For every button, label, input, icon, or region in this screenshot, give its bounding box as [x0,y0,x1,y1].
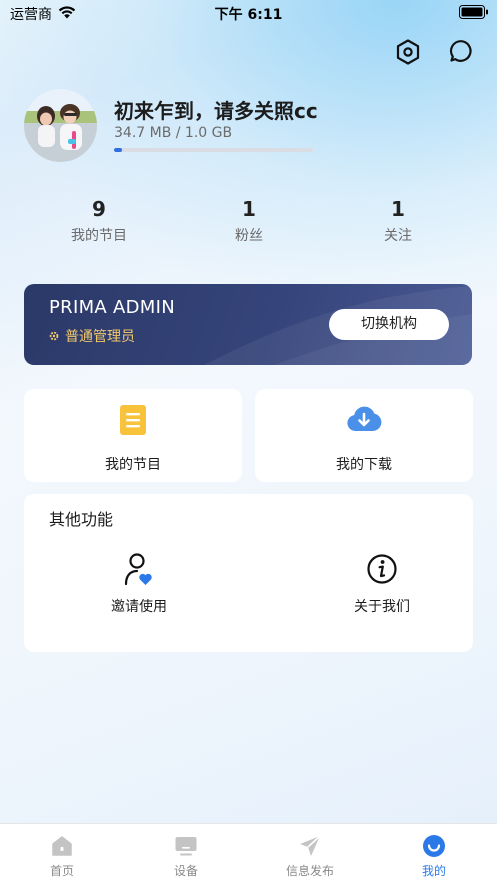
organization-card: PRIMA ADMIN 普通管理员 切换机构 [24,284,472,365]
stat-fans-value: 1 [242,197,256,221]
home-icon [52,836,72,856]
stat-programs-value: 9 [92,197,106,221]
other-functions-title: 其他功能 [49,510,114,529]
stat-fans-label: 粉丝 [235,228,263,244]
stat-following[interactable]: 1 关注 [338,197,458,245]
my-downloads-card[interactable]: 我的下载 [255,389,473,482]
my-downloads-label: 我的下载 [336,457,392,473]
invite-label: 邀请使用 [111,599,167,615]
about-label: 关于我们 [354,599,410,615]
storage-progress-fill [114,148,122,152]
storage-usage-text: 34.7 MB / 1.0 GB [114,125,233,141]
battery-icon [459,5,488,19]
stat-fans[interactable]: 1 粉丝 [189,197,309,245]
invite-item[interactable]: 邀请使用 [79,552,199,616]
settings-icon[interactable] [396,39,420,65]
document-icon [120,405,146,435]
organization-role-label: 普通管理员 [65,329,135,345]
stat-following-label: 关注 [384,228,412,244]
my-programs-label: 我的节目 [105,457,161,473]
about-item[interactable]: 关于我们 [322,552,442,616]
send-icon [300,835,321,856]
invite-user-icon [124,553,152,586]
storage-progress-bar [114,148,313,152]
stat-programs-label: 我的节目 [71,228,127,244]
organization-name: PRIMA ADMIN [49,297,176,318]
cloud-download-icon [347,406,382,431]
tab-devices-label: 设备 [173,864,198,878]
message-icon[interactable] [449,39,473,63]
monitor-icon [175,837,197,856]
tab-home-label: 首页 [49,864,74,878]
tab-publish-label: 信息发布 [285,864,334,878]
tab-mine[interactable]: 我的 [389,834,479,879]
smile-icon [423,835,445,857]
tab-devices[interactable]: 设备 [141,834,231,879]
tab-bar: 首页 设备 信息发布 我的 [0,823,497,884]
tab-publish[interactable]: 信息发布 [265,834,355,879]
tab-mine-label: 我的 [421,864,446,878]
status-bar: 运营商 下午 6:11 [0,0,497,26]
info-icon [367,554,397,584]
username: 初来乍到，请多关照cc [114,99,318,123]
clock: 下午 6:11 [214,7,283,23]
my-programs-card[interactable]: 我的节目 [24,389,242,482]
tab-home[interactable]: 首页 [17,834,107,879]
gear-badge-icon [49,331,59,341]
other-functions-card: 其他功能 邀请使用 关于我们 [24,494,473,652]
switch-organization-button[interactable]: 切换机构 [329,309,449,340]
organization-role: 普通管理员 [49,326,135,346]
avatar[interactable] [24,89,97,162]
stat-following-value: 1 [391,197,405,221]
stat-programs[interactable]: 9 我的节目 [39,197,159,245]
